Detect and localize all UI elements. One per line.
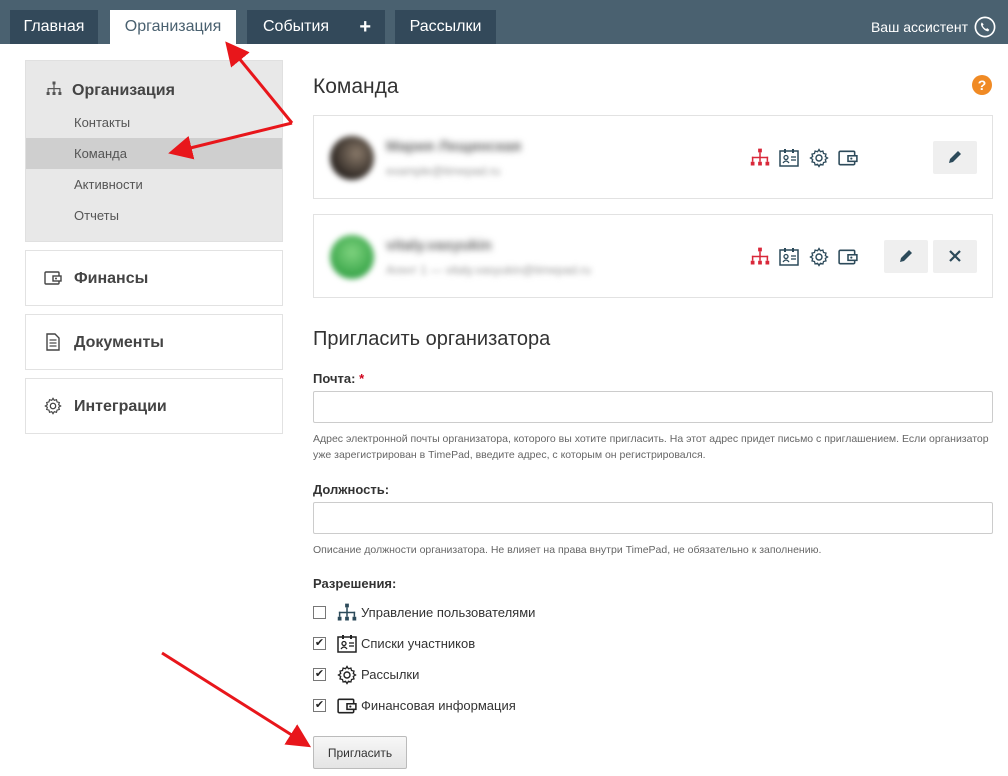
tab-main[interactable]: Главная: [10, 10, 98, 44]
id-card-icon: [779, 247, 800, 267]
gear-icon: [809, 148, 829, 168]
member-permissions: [750, 148, 863, 170]
top-nav: Главная Организация События + Рассылки В…: [0, 0, 1008, 44]
permission-checkbox-participants[interactable]: ✔: [313, 637, 326, 650]
email-field-label: Почта: *: [313, 371, 364, 386]
member-name: Мария Лещинская: [386, 138, 522, 155]
email-label-text: Почта:: [313, 371, 356, 386]
sidebar-documents-label: Документы: [74, 334, 164, 351]
permissions-label: Разрешения:: [313, 576, 397, 591]
permission-label: Списки участников: [361, 636, 476, 651]
add-event-plus-icon[interactable]: +: [359, 10, 371, 44]
wallet-icon: [838, 148, 859, 168]
sidebar-item-contacts[interactable]: Контакты: [74, 115, 130, 130]
permission-label: Рассылки: [361, 667, 420, 682]
pencil-icon: [949, 151, 961, 163]
tab-events-label: События: [263, 18, 330, 35]
tab-events[interactable]: События +: [247, 10, 385, 44]
sidebar-item-documents[interactable]: Документы: [25, 314, 283, 370]
sidebar-item-integrations[interactable]: Интеграции: [25, 378, 283, 434]
member-email: example@timepad.ru: [386, 164, 501, 178]
wallet-icon: [337, 698, 357, 714]
team-member-card: Мария Лещинская example@timepad.ru: [313, 115, 993, 199]
sidebar-item-finance[interactable]: Финансы: [25, 250, 283, 306]
team-member-card: vitaly.vasyukin Агент 1 — vitaly.vasyuki…: [313, 214, 993, 298]
permission-checkbox-mailings[interactable]: ✔: [313, 668, 326, 681]
edit-member-button[interactable]: [933, 141, 977, 174]
id-card-icon: [779, 148, 800, 168]
sidebar-organization-label: Организация: [72, 82, 175, 99]
invite-section-title: Пригласить организатора: [313, 328, 551, 350]
wallet-icon: [44, 271, 62, 285]
id-card-icon: [337, 635, 357, 653]
position-hint: Описание должности организатора. Не влия…: [313, 544, 822, 556]
phone-icon[interactable]: [974, 16, 996, 38]
assistant-link[interactable]: Ваш ассистент: [871, 10, 968, 44]
member-permissions: [750, 247, 863, 269]
sidebar-item-team[interactable]: Команда: [26, 138, 282, 169]
avatar: [330, 235, 374, 279]
close-icon: [949, 250, 961, 262]
gear-icon: [44, 397, 62, 415]
tab-organization[interactable]: Организация: [110, 10, 236, 44]
invite-button[interactable]: Пригласить: [313, 736, 407, 769]
tab-mailings[interactable]: Рассылки: [395, 10, 496, 44]
wallet-icon: [838, 247, 859, 267]
email-hint: Адрес электронной почты организатора, ко…: [313, 433, 989, 461]
permission-label: Финансовая информация: [361, 698, 516, 713]
org-chart-icon: [46, 81, 62, 95]
permission-label: Управление пользователями: [361, 605, 536, 620]
sidebar-integrations-label: Интеграции: [74, 398, 167, 415]
sidebar-finance-label: Финансы: [74, 270, 149, 287]
avatar: [330, 136, 374, 180]
member-name: vitaly.vasyukin: [386, 237, 492, 254]
page-title: Команда: [313, 75, 399, 98]
gear-icon: [809, 247, 829, 267]
required-mark: *: [359, 371, 365, 386]
org-chart-icon: [750, 148, 770, 168]
annotation-arrow: [161, 651, 312, 748]
org-chart-icon: [750, 247, 770, 267]
edit-member-button[interactable]: [884, 240, 928, 273]
permission-checkbox-finance[interactable]: ✔: [313, 699, 326, 712]
sidebar-item-activities[interactable]: Активности: [74, 177, 143, 192]
position-field[interactable]: [313, 502, 993, 534]
member-email: Агент 1 — vitaly.vasyukin@timepad.ru: [386, 263, 591, 277]
email-field[interactable]: [313, 391, 993, 423]
remove-member-button[interactable]: [933, 240, 977, 273]
help-icon[interactable]: ?: [972, 75, 992, 95]
org-chart-icon: [337, 603, 357, 621]
sidebar-organization-header[interactable]: Организация: [46, 81, 175, 100]
sidebar-organization-group: Организация Контакты Команда Активности …: [25, 60, 283, 242]
position-field-label: Должность:: [313, 482, 390, 497]
gear-icon: [337, 665, 357, 685]
sidebar-item-reports[interactable]: Отчеты: [74, 208, 119, 223]
pencil-icon: [900, 250, 912, 262]
permission-checkbox-users[interactable]: [313, 606, 326, 619]
document-icon: [46, 333, 60, 351]
